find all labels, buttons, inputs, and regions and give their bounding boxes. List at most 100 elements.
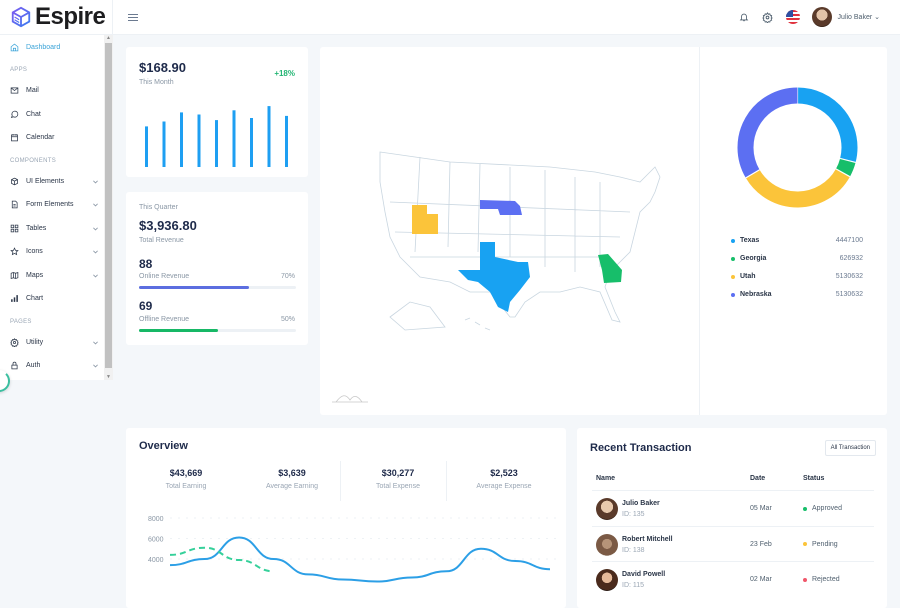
sidebar: Dashboard APPS Mail Chat Calendar COMPON… xyxy=(0,35,113,380)
sidebar-item-label: Icons xyxy=(26,248,43,256)
quarter-sub: Total Revenue xyxy=(139,237,184,244)
row-date: 02 Mar xyxy=(750,576,772,583)
legend-dot xyxy=(731,292,735,297)
chat-icon xyxy=(10,110,19,119)
scroll-up-arrow-icon[interactable]: ▲ xyxy=(106,35,111,41)
stat-average-earning: $3,639 Average Earning xyxy=(242,468,342,490)
recent-transaction-card: Recent Transaction All Transaction Name … xyxy=(577,428,887,608)
gear-icon[interactable] xyxy=(762,11,774,23)
sidebar-item-calendar[interactable]: Calendar xyxy=(0,126,113,150)
month-bar xyxy=(250,118,253,167)
bell-icon[interactable] xyxy=(738,11,750,23)
chevron-down-icon xyxy=(93,250,98,254)
user-menu[interactable]: Julio Baker ⌄ xyxy=(838,13,880,21)
month-bar-chart xyxy=(145,106,288,167)
sidebar-item-utility[interactable]: Utility xyxy=(0,331,113,355)
status-dot xyxy=(803,506,807,511)
lock-icon xyxy=(10,361,19,370)
sidebar-item-maps[interactable]: Maps xyxy=(0,264,113,288)
user-avatar[interactable] xyxy=(811,7,832,27)
offline-value: 69 xyxy=(139,299,153,313)
stat-value: $2,523 xyxy=(490,468,518,478)
sidebar-scrollbar[interactable]: ▲ ▼ xyxy=(104,35,113,380)
sidebar-item-label: Chart xyxy=(26,295,44,303)
stat-label: Average Expense xyxy=(476,483,532,490)
app-name: Espire xyxy=(35,3,106,30)
bar-chart-icon xyxy=(10,294,19,303)
scrollbar-thumb[interactable] xyxy=(105,43,112,368)
stat-value: $30,277 xyxy=(381,468,415,478)
table-row[interactable]: David Powell ID: 115 02 Mar Rejected xyxy=(592,561,874,597)
row-status: Pending xyxy=(803,541,838,548)
row-status: Approved xyxy=(803,505,842,512)
donut-slice-georgia[interactable] xyxy=(835,158,856,177)
offline-progress-fill xyxy=(139,329,218,332)
sidebar-item-icons[interactable]: Icons xyxy=(0,240,113,264)
scroll-down-arrow-icon[interactable]: ▼ xyxy=(106,374,111,380)
sidebar-item-dashboard[interactable]: Dashboard xyxy=(0,36,113,60)
chevron-down-icon xyxy=(93,180,98,184)
legend-state-value: 4447100 xyxy=(835,237,863,244)
table-row[interactable]: Robert Mitchell ID: 138 23 Feb Pending xyxy=(592,525,874,562)
donut-slice-utah[interactable] xyxy=(745,168,850,208)
month-amount: $168.90 xyxy=(139,60,186,75)
sidebar-item-label: Maps xyxy=(26,271,44,279)
us-flag-icon[interactable] xyxy=(785,10,800,24)
legend-state-name: Nebraska xyxy=(740,291,772,298)
online-value: 88 xyxy=(139,257,153,271)
status-text: Approved xyxy=(812,505,842,512)
stat-divider xyxy=(446,461,447,501)
stat-average-expense: $2,523 Average Expense xyxy=(454,468,554,490)
chevron-down-icon xyxy=(93,203,98,207)
donut-slice-texas[interactable] xyxy=(797,87,858,163)
sidebar-item-label: Utility xyxy=(26,338,44,346)
row-id: ID: 135 xyxy=(622,511,645,518)
month-bar xyxy=(145,126,148,167)
month-bar xyxy=(232,110,236,167)
donut-slice-nebraska[interactable] xyxy=(737,87,798,178)
us-map[interactable] xyxy=(350,142,690,332)
sidebar-item-tables[interactable]: Tables xyxy=(0,217,113,241)
status-text: Pending xyxy=(812,540,838,548)
avatar xyxy=(596,533,618,556)
logo[interactable]: Espire xyxy=(0,0,113,35)
sidebar-item-chat[interactable]: Chat xyxy=(0,103,113,127)
overview-line-chart: 8000 6000 4000 xyxy=(148,516,556,583)
table-icon xyxy=(10,224,19,233)
avatar xyxy=(596,498,618,520)
mail-icon xyxy=(10,86,19,95)
form-icon xyxy=(10,200,19,209)
menu-toggle-button[interactable] xyxy=(128,13,138,21)
top-bar: Espire Julio Baker ⌄ xyxy=(0,0,900,35)
month-bar xyxy=(215,120,218,167)
overview-title: Overview xyxy=(139,440,188,452)
section-label-pages: PAGES xyxy=(10,318,32,325)
month-bar xyxy=(197,114,201,167)
row-name: David Powell xyxy=(622,571,666,578)
sidebar-item-chart[interactable]: Chart xyxy=(0,287,113,311)
chevron-down-icon xyxy=(93,274,98,278)
section-label-components: COMPONENTS xyxy=(10,157,57,164)
sidebar-item-mail[interactable]: Mail xyxy=(0,79,113,103)
row-date: 05 Mar xyxy=(750,505,772,512)
sidebar-item-form-elements[interactable]: Form Elements xyxy=(0,193,113,217)
sidebar-item-label: Mail xyxy=(26,87,39,95)
sidebar-item-ui-elements[interactable]: UI Elements xyxy=(0,170,113,194)
sidebar-item-auth[interactable]: Auth xyxy=(0,354,113,378)
map-zoom-control[interactable] xyxy=(332,392,368,404)
sidebar-item-label: UI Elements xyxy=(26,177,65,185)
all-transaction-button[interactable]: All Transaction xyxy=(824,440,876,456)
chevron-down-icon xyxy=(93,227,98,231)
home-icon xyxy=(10,43,19,52)
status-text: Rejected xyxy=(812,576,840,583)
y-tick-label: 6000 xyxy=(148,537,164,544)
row-name: Robert Mitchell xyxy=(622,535,673,543)
col-name: Name xyxy=(596,475,616,482)
online-progress-bar xyxy=(139,286,296,289)
table-row[interactable]: Julio Baker ID: 135 05 Mar Approved xyxy=(592,490,874,526)
legend-dot xyxy=(731,256,735,261)
status-dot xyxy=(803,577,807,582)
offline-percent: 50% xyxy=(280,316,295,323)
row-status: Rejected xyxy=(803,576,840,583)
sidebar-item-label: Chat xyxy=(26,110,41,118)
